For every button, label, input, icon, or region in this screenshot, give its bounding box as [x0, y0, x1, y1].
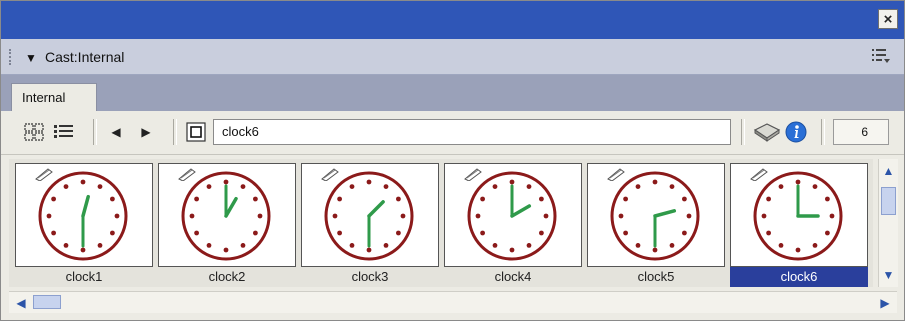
tab-internal[interactable]: Internal — [11, 83, 97, 111]
info-icon[interactable] — [785, 121, 807, 143]
toolbar-divider — [173, 119, 177, 145]
cast-member-label[interactable]: clock3 — [301, 267, 439, 287]
scroll-down-icon[interactable]: ▼ — [879, 265, 898, 285]
title-bar[interactable]: × — [1, 1, 904, 39]
cast-member-label[interactable]: clock5 — [587, 267, 725, 287]
cast-member-thumbnail[interactable] — [158, 163, 296, 267]
cast-member-label[interactable]: clock4 — [444, 267, 582, 287]
cast-window: × ▼ Cast:Internal Internal ◀ ▶ clock6 6 … — [0, 0, 905, 321]
script-attached-icon — [464, 168, 482, 181]
scroll-up-icon[interactable]: ▲ — [879, 161, 898, 181]
toolbar-divider — [93, 119, 97, 145]
clock-icon — [467, 171, 557, 261]
clock-icon — [610, 171, 700, 261]
vertical-scrollbar[interactable]: ▲ ▼ — [878, 159, 898, 287]
panel-options-icon[interactable] — [872, 48, 890, 68]
list-view-icon[interactable] — [53, 121, 75, 143]
script-attached-icon — [750, 168, 768, 181]
close-icon: × — [883, 10, 893, 28]
cast-member-thumbnail[interactable] — [301, 163, 439, 267]
cast-member-label[interactable]: clock2 — [158, 267, 296, 287]
cast-member-label[interactable]: clock1 — [15, 267, 153, 287]
cast-thumbnails: clock1 clock2 clock3 clock4 clock5 clock6 — [9, 159, 873, 287]
cast-member-thumbnail[interactable] — [444, 163, 582, 267]
member-name-field[interactable]: clock6 — [213, 119, 731, 145]
close-button[interactable]: × — [878, 9, 898, 29]
member-number-field[interactable]: 6 — [833, 119, 889, 145]
triangle-down-icon[interactable]: ▼ — [25, 51, 37, 65]
panel-header[interactable]: ▼ Cast:Internal — [1, 39, 904, 75]
cast-member-label[interactable]: clock6 — [730, 267, 868, 287]
thumbnail-view-icon[interactable] — [23, 121, 45, 143]
clock-icon — [38, 171, 128, 261]
script-attached-icon — [607, 168, 625, 181]
vertical-scroll-thumb[interactable] — [881, 187, 896, 215]
tab-strip: Internal — [1, 75, 904, 111]
grip-handle[interactable] — [9, 49, 17, 65]
cast-member-thumbnail[interactable] — [730, 163, 868, 267]
script-icon[interactable] — [753, 121, 781, 143]
clock-icon — [753, 171, 843, 261]
panel-title: Cast:Internal — [45, 49, 125, 65]
horizontal-scrollbar[interactable]: ◀ ▶ — [9, 291, 897, 313]
next-arrow-icon[interactable]: ▶ — [137, 121, 155, 143]
bitmap-member-icon[interactable] — [185, 121, 207, 143]
horizontal-scroll-thumb[interactable] — [33, 295, 61, 309]
script-attached-icon — [35, 168, 53, 181]
toolbar-divider — [821, 119, 825, 145]
clock-icon — [324, 171, 414, 261]
scroll-left-icon[interactable]: ◀ — [11, 293, 31, 312]
toolbar-divider — [741, 119, 745, 145]
scroll-right-icon[interactable]: ▶ — [875, 293, 895, 312]
cast-member-thumbnail[interactable] — [587, 163, 725, 267]
cast-toolbar: ◀ ▶ clock6 6 — [1, 111, 904, 155]
previous-arrow-icon[interactable]: ◀ — [107, 121, 125, 143]
cast-member-thumbnail[interactable] — [15, 163, 153, 267]
clock-icon — [181, 171, 271, 261]
script-attached-icon — [321, 168, 339, 181]
script-attached-icon — [178, 168, 196, 181]
